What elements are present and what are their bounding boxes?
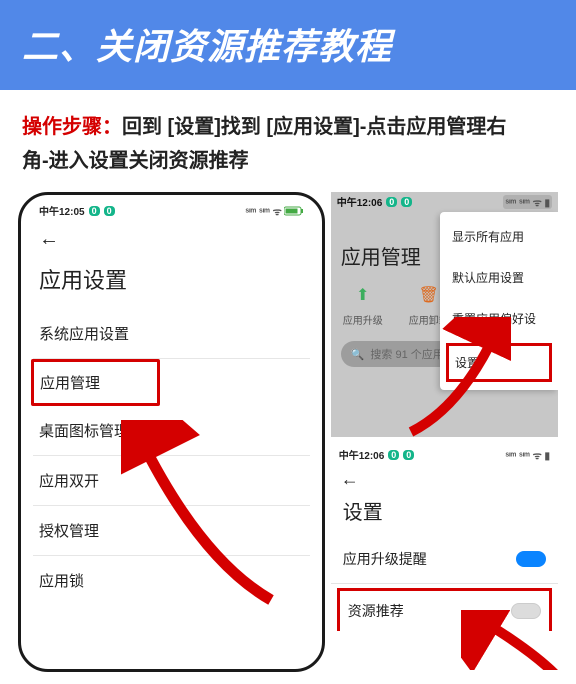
phone-left: 中午12:05 0 0 ˢᶦᵐ ˢᶦᵐ ᯤ ← 应用设置 系统应用设置 应用管理… [18, 192, 325, 672]
steps-text-1: 回到 [设置]找到 [应用设置]-点击应用管理右 [122, 116, 506, 138]
status-bar-3: 中午12:06 0 0 ˢᶦᵐ ˢᶦᵐ ᯤ ▮ [331, 445, 558, 464]
page-title-settings: 设置 [331, 490, 558, 535]
back-icon-2: ← [341, 469, 359, 489]
status-icons-2: ˢᶦᵐ ˢᶦᵐ ᯤ ▮ [503, 195, 552, 209]
pointer-arrow-right-top [401, 317, 511, 437]
phone-right-bottom: 中午12:06 0 0 ˢᶦᵐ ˢᶦᵐ ᯤ ▮ ← 设置 应用升级提醒 资源推荐 [331, 445, 558, 670]
status-time-3: 中午12:06 [339, 447, 385, 462]
status-time: 中午12:05 [39, 203, 85, 218]
status-pill-3: 0 [386, 197, 397, 207]
status-pill-4: 0 [401, 197, 412, 207]
row-resource-label: 资源推荐 [348, 601, 404, 621]
status-pill-2: 0 [104, 206, 115, 216]
status-bar: 中午12:05 0 0 ˢᶦᵐ ˢᶦᵐ ᯤ [33, 201, 310, 222]
pointer-arrow-right-bottom [461, 610, 558, 670]
row-upgrade-label: 应用升级提醒 [343, 549, 427, 569]
back-icon: ← [39, 228, 59, 250]
status-pill-5: 0 [388, 450, 399, 460]
menu-show-all[interactable]: 显示所有应用 [440, 216, 558, 257]
upgrade-icon: ⬆ [350, 282, 376, 308]
menu-default-apps[interactable]: 默认应用设置 [440, 257, 558, 298]
instructions-block: 操作步骤：回到 [设置]找到 [应用设置]-点击应用管理右 角-进入设置关闭资源… [0, 90, 576, 192]
back-button-2[interactable]: ← [331, 464, 558, 490]
status-pill-1: 0 [89, 206, 100, 216]
upgrade-label: 应用升级 [343, 312, 383, 327]
status-bar-2: 中午12:06 0 0 ˢᶦᵐ ˢᶦᵐ ᯤ ▮ [331, 192, 558, 211]
pointer-arrow-left [121, 420, 281, 610]
search-icon: 🔍 [351, 348, 365, 361]
tutorial-banner: 二、关闭资源推荐教程 [0, 0, 576, 90]
toggle-upgrade-on[interactable] [516, 551, 546, 567]
menu-item-app-management[interactable]: 应用管理 [31, 359, 160, 406]
row-upgrade-reminder[interactable]: 应用升级提醒 [331, 535, 558, 584]
page-title: 应用设置 [33, 253, 310, 309]
menu-item-system[interactable]: 系统应用设置 [33, 309, 310, 359]
status-pill-6: 0 [403, 450, 414, 460]
steps-label: 操作步骤： [22, 116, 122, 138]
phone-right-top: 中午12:06 0 0 ˢᶦᵐ ˢᶦᵐ ᯤ ▮ 应用管理 ⬆ 应用升级 🗑 应用… [331, 192, 558, 437]
icon-app-upgrade[interactable]: ⬆ 应用升级 [343, 282, 383, 327]
status-time-2: 中午12:06 [337, 194, 383, 209]
back-button[interactable]: ← [33, 222, 310, 253]
steps-text-2: 角-进入设置关闭资源推荐 [22, 150, 249, 172]
status-icons: ˢᶦᵐ ˢᶦᵐ ᯤ [245, 204, 303, 218]
status-icons-3: ˢᶦᵐ ˢᶦᵐ ᯤ ▮ [505, 448, 550, 462]
trash-icon: 🗑 [416, 282, 442, 308]
